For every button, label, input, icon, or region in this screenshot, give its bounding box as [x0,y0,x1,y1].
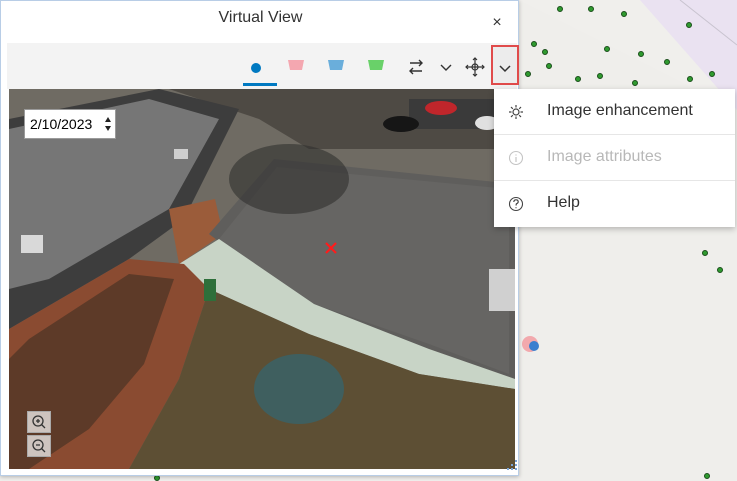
more-options-button[interactable] [491,45,519,85]
chevron-down-icon [440,64,452,71]
chevron-down-icon [499,65,511,73]
swap-button[interactable] [407,43,427,89]
resize-grip-icon[interactable] [506,459,518,471]
swap-arrows-icon [409,59,423,75]
info-icon [508,150,524,166]
zoom-out-icon [32,439,46,453]
zoom-in-icon [32,415,46,429]
move-icon [465,57,485,77]
menu-item-image-attributes: Image attributes [494,135,735,181]
aerial-image [9,89,515,469]
spinner-icon[interactable] [104,116,112,132]
toolbar [7,43,519,89]
menu-item-label: Image enhancement [547,102,693,119]
menu-item-label: Help [547,194,580,211]
close-button[interactable]: × [487,13,507,33]
help-icon [508,196,524,212]
menu-item-label: Image attributes [547,148,662,165]
view-blue-button[interactable] [325,43,349,89]
options-menu: Image enhancement Image attributes Help [494,89,735,227]
settings-icon [509,105,523,119]
date-selector[interactable]: 2/10/2023 [24,109,116,139]
active-tab-indicator [243,83,277,86]
aerial-image-viewer[interactable] [9,89,515,469]
view-green-button[interactable] [365,43,389,89]
date-value: 2/10/2023 [30,116,93,132]
swap-dropdown-button[interactable] [437,43,455,89]
trapezoid-pink-icon [288,60,304,70]
view-pink-button[interactable] [285,43,309,89]
zoom-out-button[interactable] [27,435,51,457]
menu-item-help[interactable]: Help [494,181,735,227]
virtual-view-panel: Virtual View × 2/10/2023 [0,0,519,476]
zoom-in-button[interactable] [27,411,51,433]
panel-title: Virtual View [218,9,303,26]
trapezoid-blue-icon [328,60,344,70]
pan-button[interactable] [464,43,486,89]
trapezoid-green-icon [368,60,384,70]
menu-item-image-enhancement[interactable]: Image enhancement [494,89,735,135]
